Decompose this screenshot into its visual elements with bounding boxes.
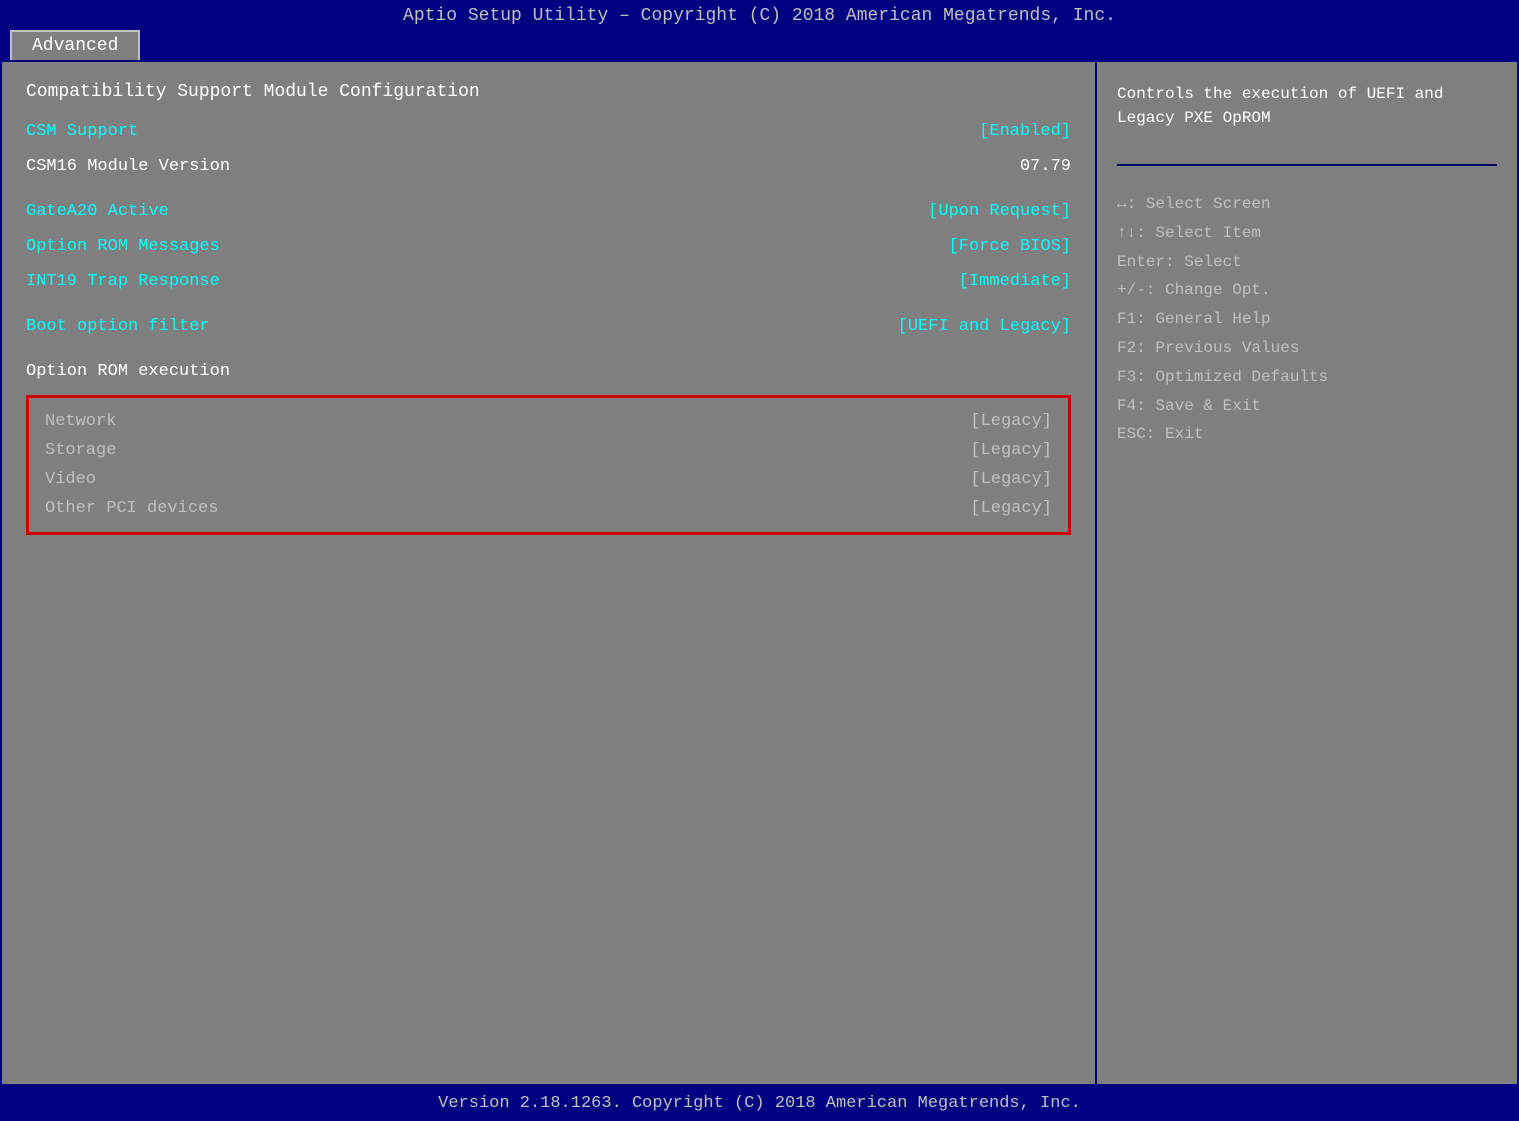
value-boot-filter: [UEFI and Legacy] [898,317,1071,336]
key-hint-f2: F2: Previous Values [1117,334,1497,363]
label-csm16: CSM16 Module Version [26,157,230,176]
right-panel: Controls the execution of UEFI and Legac… [1097,62,1517,1084]
title-bar: Aptio Setup Utility – Copyright (C) 2018… [0,0,1519,26]
value-other-pci: [Legacy] [970,499,1052,518]
setting-row-csm-support[interactable]: CSM Support [Enabled] [26,122,1071,141]
label-video: Video [45,470,96,489]
rom-item-network[interactable]: Network [Legacy] [45,412,1052,431]
main-area: Compatibility Support Module Configurati… [0,60,1519,1086]
setting-row-int19[interactable]: INT19 Trap Response [Immediate] [26,272,1071,291]
key-hint-f1: F1: General Help [1117,305,1497,334]
label-option-rom-msg: Option ROM Messages [26,237,220,256]
label-gatea20: GateA20 Active [26,202,169,221]
label-csm-support: CSM Support [26,122,138,141]
right-divider [1117,164,1497,166]
tab-label: Advanced [32,36,118,56]
left-panel: Compatibility Support Module Configurati… [2,62,1097,1084]
label-other-pci: Other PCI devices [45,499,218,518]
label-storage: Storage [45,441,116,460]
label-int19: INT19 Trap Response [26,272,220,291]
setting-row-boot-filter[interactable]: Boot option filter [UEFI and Legacy] [26,317,1071,336]
key-hint-select-item: ↑↓: Select Item [1117,219,1497,248]
key-hint-f4: F4: Save & Exit [1117,392,1497,421]
key-hint-esc: ESC: Exit [1117,420,1497,449]
value-option-rom-msg: [Force BIOS] [949,237,1071,256]
screen: Aptio Setup Utility – Copyright (C) 2018… [0,0,1519,1121]
rom-execution-box: Network [Legacy] Storage [Legacy] Video … [26,395,1071,535]
value-int19: [Immediate] [959,272,1071,291]
label-network: Network [45,412,116,431]
option-rom-subtitle: Option ROM execution [26,362,1071,381]
title-text: Aptio Setup Utility – Copyright (C) 2018… [403,6,1116,26]
value-video: [Legacy] [970,470,1052,489]
key-hint-enter-select: Enter: Select [1117,248,1497,277]
footer-bar: Version 2.18.1263. Copyright (C) 2018 Am… [0,1086,1519,1121]
section-title: Compatibility Support Module Configurati… [26,82,1071,102]
value-gatea20: [Upon Request] [928,202,1071,221]
rom-item-storage[interactable]: Storage [Legacy] [45,441,1052,460]
setting-row-csm16: CSM16 Module Version 07.79 [26,157,1071,176]
help-text: Controls the execution of UEFI and Legac… [1117,82,1497,130]
tab-advanced[interactable]: Advanced [10,30,140,60]
value-storage: [Legacy] [970,441,1052,460]
key-hint-select-screen: ↔: Select Screen [1117,190,1497,219]
setting-row-gatea20[interactable]: GateA20 Active [Upon Request] [26,202,1071,221]
value-csm16: 07.79 [1020,157,1071,176]
footer-text: Version 2.18.1263. Copyright (C) 2018 Am… [438,1094,1081,1113]
label-boot-filter: Boot option filter [26,317,210,336]
key-hint-change-opt: +/-: Change Opt. [1117,276,1497,305]
value-network: [Legacy] [970,412,1052,431]
tab-row: Advanced [0,26,1519,60]
key-hint-f3: F3: Optimized Defaults [1117,363,1497,392]
value-csm-support: [Enabled] [979,122,1071,141]
setting-row-option-rom-msg[interactable]: Option ROM Messages [Force BIOS] [26,237,1071,256]
rom-item-other-pci[interactable]: Other PCI devices [Legacy] [45,499,1052,518]
key-hint-list: ↔: Select Screen ↑↓: Select Item Enter: … [1117,190,1497,449]
rom-item-video[interactable]: Video [Legacy] [45,470,1052,489]
